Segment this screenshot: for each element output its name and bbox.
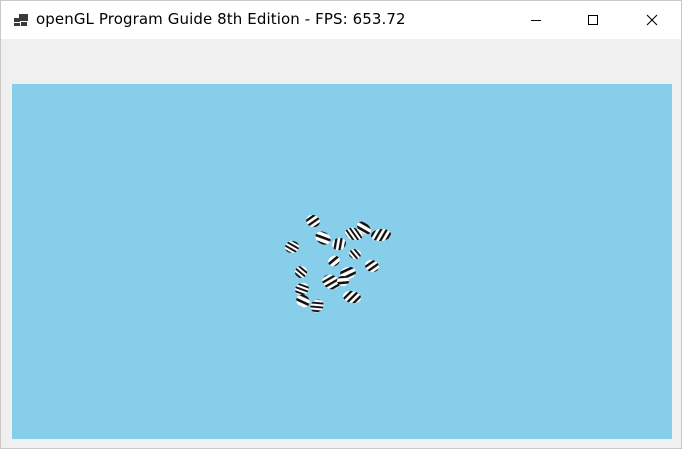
textured-objects-group: [285, 214, 391, 313]
textured-object: [296, 294, 310, 308]
maximize-icon: [587, 11, 599, 30]
textured-object: [310, 299, 324, 313]
textured-object: [365, 259, 379, 273]
textured-object: [343, 290, 361, 304]
textured-object: [285, 240, 299, 254]
close-icon: [646, 11, 658, 30]
rendered-scene: [285, 214, 391, 313]
textured-object: [349, 248, 361, 260]
window-title: openGL Program Guide 8th Edition - FPS: …: [36, 10, 406, 28]
textured-object: [315, 231, 331, 245]
textured-object: [371, 228, 391, 242]
close-button[interactable]: [623, 1, 681, 39]
textured-object: [328, 255, 340, 267]
opengl-app-icon: [13, 12, 29, 26]
textured-object: [295, 282, 309, 296]
minimize-button[interactable]: [507, 1, 565, 39]
textured-object: [332, 237, 346, 251]
application-window: openGL Program Guide 8th Edition - FPS: …: [0, 0, 682, 449]
minimize-icon: [530, 11, 542, 30]
textured-object: [295, 266, 307, 278]
maximize-button[interactable]: [564, 1, 622, 39]
textured-object: [306, 214, 320, 228]
opengl-render-viewport[interactable]: [12, 84, 672, 439]
title-bar[interactable]: openGL Program Guide 8th Edition - FPS: …: [1, 1, 681, 39]
client-area: [1, 39, 681, 448]
